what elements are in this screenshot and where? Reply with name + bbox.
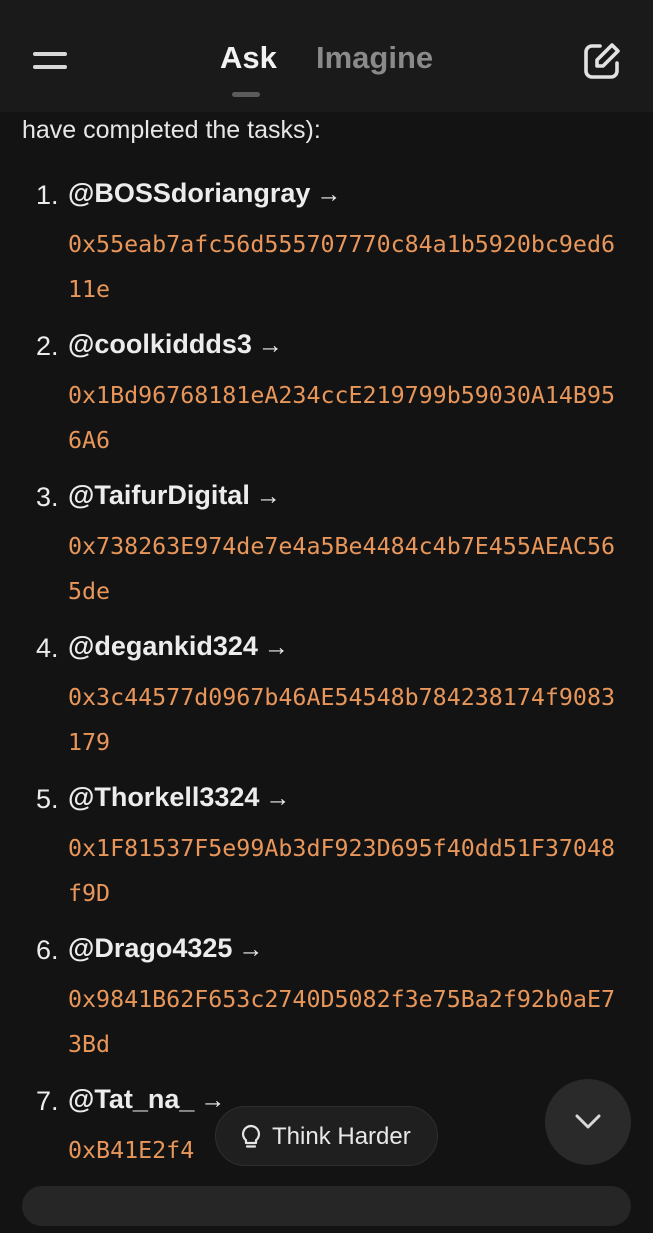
new-chat-button[interactable] [582,41,622,81]
user-handle: @degankid324 [68,631,258,661]
tab-ask[interactable]: Ask [220,40,277,76]
handle-line: @Thorkell3324 → [68,782,290,813]
wallet-list: 1. @BOSSdoriangray → 0x55eab7afc56d555707… [0,176,653,1233]
list-item-number: 4. [36,633,59,663]
list-item-number: 7. [36,1086,59,1116]
arrow-icon: → [200,1086,226,1114]
list-item: 4. @degankid324 → 0x3c44577d0967b46AE5454… [0,629,653,780]
edit-square-icon [584,43,620,79]
list-item-number: 1. [36,180,59,210]
arrow-icon: → [316,180,342,208]
handle-line: @Drago4325 → [68,933,263,964]
tab-imagine[interactable]: Imagine [316,40,433,76]
handle-line: @degankid324 → [68,631,289,662]
list-item: 2. @coolkiddds3 → 0x1Bd96768181eA234ccE21… [0,327,653,478]
wallet-address: 0x738263E974de7e4a5Be4484c4b7E455AEAC565… [68,533,616,605]
chevron-down-icon [575,1114,601,1129]
top-app-bar: Ask Imagine [0,0,653,112]
user-handle: @BOSSdoriangray [68,178,311,208]
hamburger-menu-icon [33,52,67,69]
list-item: 3. @TaifurDigital → 0x738263E974de7e4a5Be… [0,478,653,629]
list-item-number: 2. [36,331,59,361]
list-item: 6. @Drago4325 → 0x9841B62F653c2740D5082f3… [0,931,653,1082]
wallet-address: 0x1Bd96768181eA234ccE219799b59030A14B956… [68,382,616,454]
arrow-icon: → [255,482,281,510]
list-item: 5. @Thorkell3324 → 0x1F81537F5e99Ab3dF923… [0,780,653,931]
arrow-icon: → [265,784,291,812]
handle-line: @TaifurDigital → [68,480,281,511]
active-tab-indicator [232,92,260,97]
wallet-address: 0x3c44577d0967b46AE54548b784238174f90831… [68,684,616,756]
user-handle: @coolkiddds3 [68,329,252,359]
think-harder-label: Think Harder [272,1123,411,1150]
list-item-number: 3. [36,482,59,512]
wallet-address: 0x55eab7afc56d555707770c84a1b5920bc9ed61… [68,231,616,303]
list-item-number: 6. [36,935,59,965]
message-intro-text: have completed the tasks): [22,116,321,144]
chat-content: have completed the tasks): 1. @BOSSdoria… [0,0,653,1200]
lightbulb-icon [241,1124,261,1148]
user-handle: @Tat_na_ [68,1084,195,1114]
menu-button[interactable] [30,44,70,76]
handle-line: @Tat_na_ → [68,1084,225,1115]
arrow-icon: → [238,935,264,963]
message-composer[interactable] [22,1186,631,1226]
user-handle: @Thorkell3324 [68,782,260,812]
wallet-address: 0x1F81537F5e99Ab3dF923D695f40dd51F37048f… [68,835,616,907]
list-item: 1. @BOSSdoriangray → 0x55eab7afc56d555707… [0,176,653,327]
handle-line: @BOSSdoriangray → [68,178,341,209]
arrow-icon: → [263,633,289,661]
scroll-to-bottom-button[interactable] [545,1079,631,1165]
user-handle: @TaifurDigital [68,480,250,510]
user-handle: @Drago4325 [68,933,233,963]
list-item-number: 5. [36,784,59,814]
think-harder-button[interactable]: Think Harder [215,1106,438,1166]
handle-line: @coolkiddds3 → [68,329,283,360]
arrow-icon: → [257,331,283,359]
wallet-address: 0x9841B62F653c2740D5082f3e75Ba2f92b0aE73… [68,986,616,1058]
